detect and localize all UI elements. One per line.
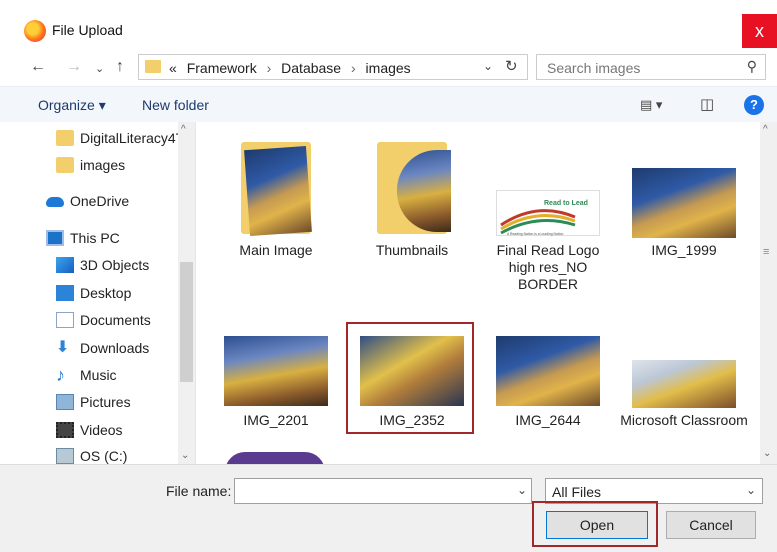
forward-arrow-icon[interactable]: →: [66, 58, 82, 76]
breadcrumb-item-database[interactable]: Database: [281, 60, 341, 76]
sidebar-item-music[interactable]: ♪ Music: [56, 365, 196, 387]
sidebar-item-documents[interactable]: Documents: [56, 310, 196, 332]
scrollbar-grip-icon[interactable]: ≡: [763, 246, 769, 258]
preview-pane-icon[interactable]: ◫: [700, 95, 714, 113]
read-to-lead-logo: Read to Lead A Reading Nation is a Leadi…: [500, 200, 588, 236]
address-row: ← → ⌄ ↑ « Framework › Database › images …: [0, 48, 777, 84]
cancel-button[interactable]: Cancel: [666, 511, 756, 539]
logo-thumbnail: Read to Lead A Reading Nation is a Leadi…: [496, 190, 600, 236]
folder-icon: [56, 130, 74, 146]
close-button[interactable]: x: [742, 14, 777, 48]
view-options-icon[interactable]: ▤ ▾: [640, 97, 662, 113]
refresh-icon[interactable]: ↻: [505, 57, 518, 75]
cube-icon: [56, 257, 74, 273]
address-bar[interactable]: « Framework › Database › images ⌄ ↻: [138, 54, 528, 80]
file-tile-img-1999[interactable]: IMG_1999: [619, 136, 749, 266]
sidebar-scrollbar[interactable]: ^ ⌄: [178, 122, 195, 464]
file-tile-img-2201[interactable]: IMG_2201: [211, 330, 341, 450]
file-tile-main-image[interactable]: Main Image: [211, 136, 341, 266]
image-thumbnail: [632, 360, 736, 408]
window-title: File Upload: [52, 22, 123, 38]
search-input[interactable]: Search images ⚲: [536, 54, 766, 80]
partial-image-thumbnail[interactable]: [225, 452, 325, 464]
image-thumbnail: [496, 336, 600, 406]
organize-menu[interactable]: Organize ▾: [38, 97, 106, 114]
firefox-icon: [24, 20, 46, 42]
breadcrumb-overflow[interactable]: «: [169, 60, 177, 76]
image-thumbnail: [224, 336, 328, 406]
music-note-icon: ♪: [56, 365, 65, 385]
new-folder-button[interactable]: New folder: [142, 97, 209, 113]
scrollbar-thumb[interactable]: [180, 262, 193, 382]
file-type-value: All Files: [552, 484, 602, 500]
sidebar-item-desktop[interactable]: Desktop: [56, 283, 196, 305]
logo-title-text: Read to Lead: [544, 200, 588, 207]
sidebar-item-videos[interactable]: Videos: [56, 420, 196, 442]
file-list-scrollbar[interactable]: ^ ≡ ⌄: [760, 122, 777, 464]
open-button[interactable]: Open: [546, 511, 648, 539]
cloud-icon: [46, 197, 64, 207]
scroll-up-icon[interactable]: ^: [181, 124, 186, 135]
dialog-footer: File name: ⌄ All Files ⌄ Open Cancel: [0, 464, 777, 552]
scroll-down-icon[interactable]: ⌄: [181, 450, 189, 461]
video-icon: [56, 422, 74, 438]
breadcrumb: « Framework › Database › images: [169, 60, 411, 76]
selection-highlight: [346, 322, 474, 434]
help-icon[interactable]: ?: [744, 95, 764, 115]
breadcrumb-item-framework[interactable]: Framework: [187, 60, 257, 76]
sidebar-item-onedrive[interactable]: OneDrive: [46, 191, 186, 213]
file-tile-final-read-logo[interactable]: Read to Lead A Reading Nation is a Leadi…: [483, 136, 613, 306]
computer-icon: [46, 230, 64, 246]
search-placeholder: Search images: [547, 60, 641, 76]
image-thumbnail: [632, 168, 736, 238]
title-bar: File Upload x: [0, 0, 777, 48]
scroll-down-icon[interactable]: ⌄: [763, 448, 771, 459]
search-icon[interactable]: ⚲: [747, 58, 757, 75]
download-arrow-icon: ⬇: [56, 339, 70, 356]
logo-tagline-text: A Reading Nation is a Leading Nation: [507, 232, 563, 236]
file-tile-microsoft-classroom[interactable]: Microsoft Classroom: [619, 330, 749, 450]
sidebar-item-images[interactable]: images: [56, 155, 196, 177]
navigation-pane: DigitalLiteracy4T images OneDrive This P…: [0, 122, 196, 464]
sidebar-item-this-pc[interactable]: This PC: [46, 228, 186, 250]
file-name-field[interactable]: ⌄: [234, 478, 532, 504]
file-name-label: File name:: [166, 483, 232, 499]
drive-icon: [56, 448, 74, 464]
breadcrumb-item-images[interactable]: images: [366, 60, 411, 76]
up-arrow-icon[interactable]: ↑: [116, 58, 124, 76]
file-tile-thumbnails[interactable]: Thumbnails: [347, 136, 477, 266]
command-bar: Organize ▾ New folder ▤ ▾ ◫ ?: [0, 86, 777, 122]
sidebar-item-digitalliteracy4t[interactable]: DigitalLiteracy4T: [56, 128, 196, 150]
breadcrumb-separator: ›: [350, 60, 356, 76]
chevron-down-icon[interactable]: ⌄: [483, 59, 493, 73]
folder-preview-thumbnail: [244, 145, 312, 237]
recent-locations-dropdown-icon[interactable]: ⌄: [95, 62, 104, 75]
chevron-down-icon[interactable]: ⌄: [746, 483, 756, 497]
chevron-down-icon[interactable]: ⌄: [517, 483, 527, 497]
desktop-icon: [56, 285, 74, 301]
sidebar-item-downloads[interactable]: ⬇ Downloads: [56, 338, 196, 360]
document-icon: [56, 312, 74, 328]
file-tile-img-2644[interactable]: IMG_2644: [483, 330, 613, 450]
sidebar-item-pictures[interactable]: Pictures: [56, 392, 196, 414]
breadcrumb-separator: ›: [266, 60, 272, 76]
pictures-icon: [56, 394, 74, 410]
folder-icon: [56, 157, 74, 173]
folder-icon: [145, 60, 161, 73]
file-list: Main Image Thumbnails Read to Lead A Rea…: [197, 122, 760, 464]
scroll-up-icon[interactable]: ^: [763, 124, 768, 135]
back-arrow-icon[interactable]: ←: [30, 58, 46, 76]
sidebar-item-3d-objects[interactable]: 3D Objects: [56, 255, 196, 277]
